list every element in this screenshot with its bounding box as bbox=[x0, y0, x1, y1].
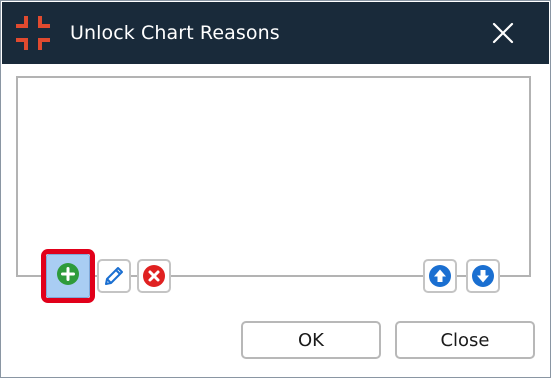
close-button[interactable]: Close bbox=[395, 321, 535, 359]
delete-circle-icon bbox=[142, 264, 166, 288]
arrow-up-circle-icon bbox=[428, 264, 452, 288]
collapse-arrows-icon bbox=[16, 16, 50, 50]
unlock-chart-reasons-dialog: Unlock Chart Reasons OK Close bbox=[0, 0, 551, 378]
title-bar: Unlock Chart Reasons bbox=[2, 2, 549, 64]
arrow-down-circle-icon bbox=[471, 264, 495, 288]
add-reason-button[interactable] bbox=[46, 254, 90, 298]
reasons-list[interactable] bbox=[16, 76, 531, 275]
pencil-icon bbox=[102, 264, 126, 288]
close-icon[interactable] bbox=[488, 18, 518, 48]
delete-reason-button[interactable] bbox=[137, 259, 171, 293]
ok-button[interactable]: OK bbox=[241, 321, 381, 359]
move-up-button[interactable] bbox=[423, 259, 457, 293]
edit-reason-button[interactable] bbox=[97, 259, 131, 293]
add-circle-icon bbox=[56, 262, 80, 290]
move-down-button[interactable] bbox=[466, 259, 500, 293]
window-title: Unlock Chart Reasons bbox=[70, 22, 280, 44]
